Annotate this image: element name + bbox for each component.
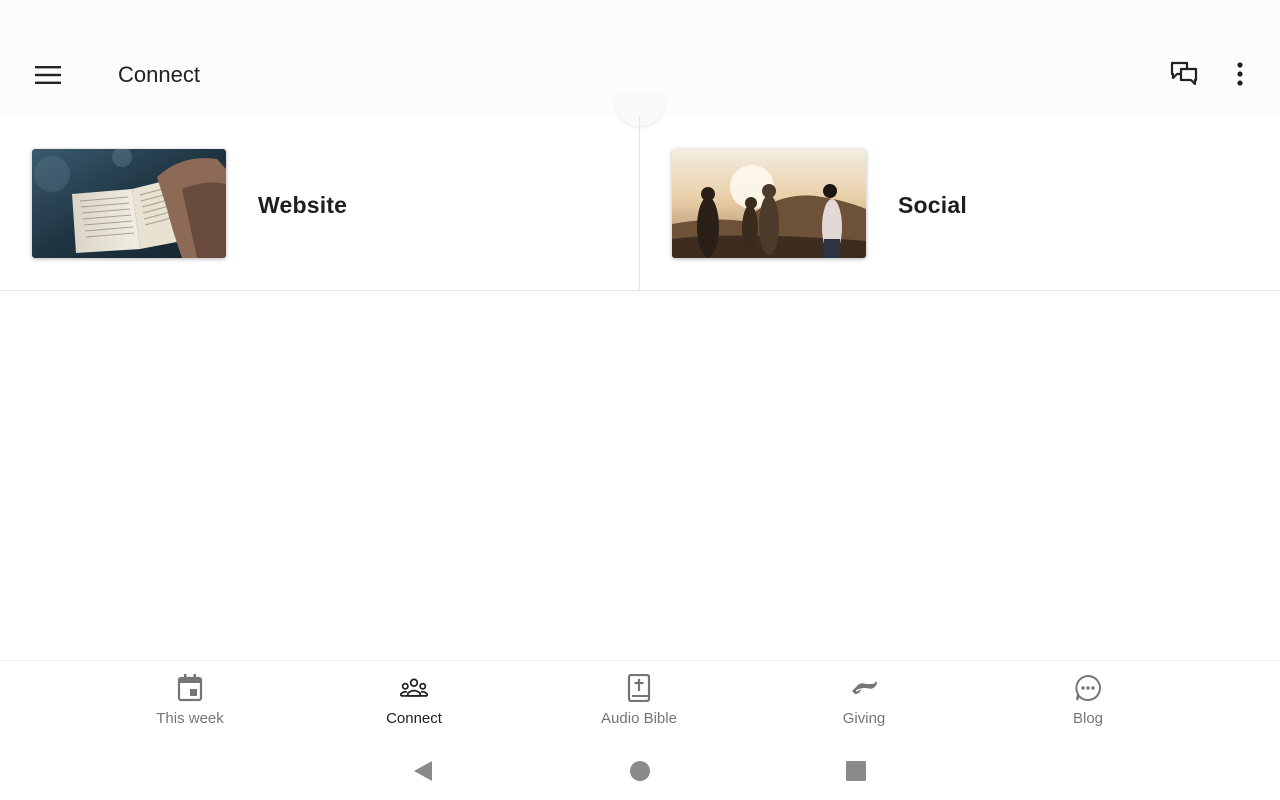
chat-button[interactable] (1162, 52, 1206, 96)
system-back-button[interactable] (408, 756, 438, 786)
bible-icon (627, 674, 651, 702)
tile-website-label: Website (258, 192, 348, 218)
tile-social[interactable]: Social (640, 116, 1280, 290)
nav-label-giving: Giving (842, 710, 886, 727)
chat-bubble-dots-icon (1075, 674, 1101, 701)
nav-label-connect: Connect (386, 710, 442, 727)
giving-hand-icon (852, 681, 877, 694)
nav-label-audio-bible: Audio Bible (601, 710, 677, 727)
more-vertical-icon (1237, 62, 1243, 86)
home-circle-icon (630, 761, 650, 781)
system-home-button[interactable] (625, 756, 655, 786)
nav-item-audio-bible[interactable]: Audio Bible (559, 661, 719, 741)
page-title: Connect (118, 62, 200, 87)
system-recents-button[interactable] (841, 756, 871, 786)
friends-sunset-photo (672, 149, 866, 258)
more-options-button[interactable] (1218, 52, 1262, 96)
tile-website[interactable]: Website (0, 116, 640, 290)
chat-bubbles-icon (1170, 61, 1198, 86)
nav-item-giving[interactable]: Giving (784, 661, 944, 741)
nav-label-blog: Blog (1072, 710, 1104, 727)
bible-reading-photo (32, 149, 226, 258)
nav-item-blog[interactable]: Blog (1008, 661, 1168, 741)
tile-social-label: Social (898, 192, 967, 218)
recents-square-icon (846, 761, 866, 781)
bottom-navigation: This week Connect Audio Bible Giving Blo… (0, 660, 1280, 741)
hamburger-menu-icon (35, 66, 61, 84)
calendar-icon (177, 674, 203, 702)
people-group-icon (400, 678, 428, 697)
system-navigation-bar (0, 740, 1280, 800)
nav-item-connect[interactable]: Connect (334, 661, 494, 741)
back-triangle-icon (414, 761, 432, 781)
menu-button[interactable] (20, 51, 76, 99)
connect-tiles-grid: Website Social (0, 116, 1280, 291)
nav-label-this-week: This week (156, 710, 224, 727)
nav-item-this-week[interactable]: This week (110, 661, 270, 741)
